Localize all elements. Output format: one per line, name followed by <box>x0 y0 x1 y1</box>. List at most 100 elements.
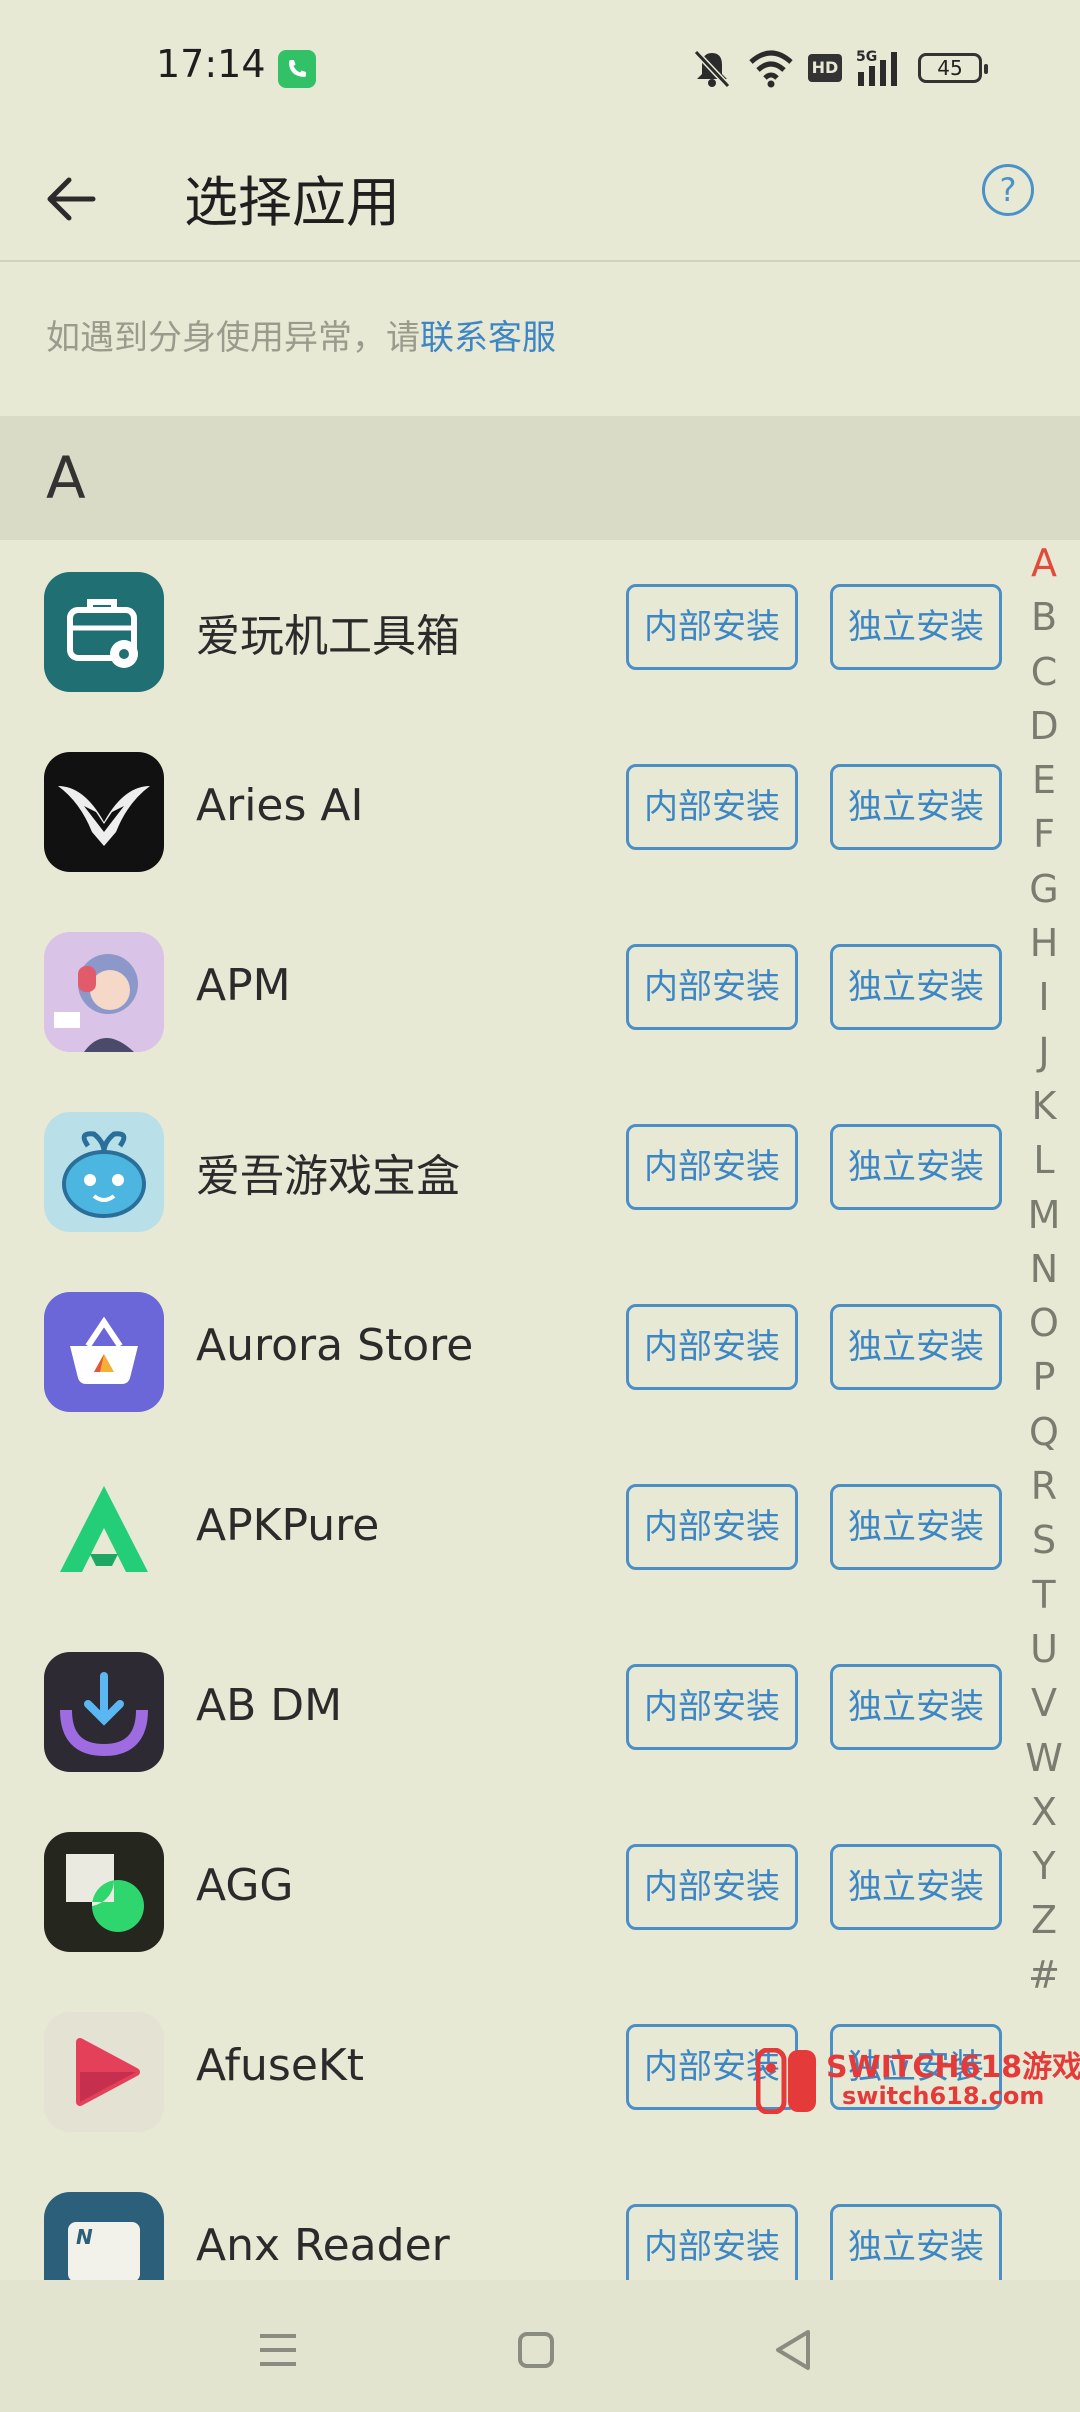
game-box-icon <box>44 1112 164 1232</box>
app-name: Anx Reader <box>196 2220 450 2271</box>
list-item: N Anx Reader 内部安装 独立安装 <box>0 2160 1010 2280</box>
notice-text: 如遇到分身使用异常，请联系客服 <box>46 310 556 359</box>
standalone-install-button[interactable]: 独立安装 <box>830 584 1002 670</box>
standalone-install-button[interactable]: 独立安装 <box>830 2204 1002 2280</box>
internal-install-button[interactable]: 内部安装 <box>626 1304 798 1390</box>
alphabet-index[interactable]: A B C D E F G H I J K L M N O P Q R S T … <box>1024 536 1064 2002</box>
wifi-icon <box>749 50 793 88</box>
standalone-install-button[interactable]: 独立安装 <box>830 1484 1002 1570</box>
index-letter[interactable]: B <box>1024 590 1064 644</box>
watermark-title: SWITCH618游戏 <box>826 2050 1080 2085</box>
list-item: Aurora Store 内部安装 独立安装 <box>0 1260 1010 1440</box>
list-item: APM 内部安装 独立安装 <box>0 900 1010 1080</box>
standalone-install-button[interactable]: 独立安装 <box>830 1304 1002 1390</box>
phone-call-icon <box>278 50 316 88</box>
index-letter[interactable]: Q <box>1024 1405 1064 1459</box>
standalone-install-button[interactable]: 独立安装 <box>830 944 1002 1030</box>
app-name: 爱吾游戏宝盒 <box>196 1151 460 1202</box>
mute-bell-icon <box>693 49 731 88</box>
switch-logo-icon <box>756 2048 816 2114</box>
app-name: APM <box>196 960 291 1011</box>
internal-install-button[interactable]: 内部安装 <box>626 1124 798 1210</box>
svg-text:N: N <box>76 2225 93 2249</box>
watermark: SWITCH618游戏 switch618.com <box>756 2036 1080 2116</box>
index-letter[interactable]: K <box>1024 1079 1064 1133</box>
index-letter[interactable]: M <box>1024 1188 1064 1242</box>
list-item: AGG 内部安装 独立安装 <box>0 1800 1010 1980</box>
section-header: A <box>0 416 1080 540</box>
section-letter: A <box>46 444 86 512</box>
app-list: 爱玩机工具箱 内部安装 独立安装 Aries AI 内部安装 独立安装 APM … <box>0 540 1080 2280</box>
status-bar: 17:14 HD 5G 45 <box>0 0 1080 140</box>
aries-ai-icon <box>44 752 164 872</box>
internal-install-button[interactable]: 内部安装 <box>626 1844 798 1930</box>
index-letter[interactable]: E <box>1024 753 1064 807</box>
internal-install-button[interactable]: 内部安装 <box>626 944 798 1030</box>
contact-support-link[interactable]: 联系客服 <box>420 318 556 358</box>
index-letter[interactable]: A <box>1024 536 1064 590</box>
help-icon[interactable]: ? <box>982 164 1034 216</box>
index-letter[interactable]: F <box>1024 807 1064 861</box>
index-letter[interactable]: V <box>1024 1676 1064 1730</box>
standalone-install-button[interactable]: 独立安装 <box>830 1664 1002 1750</box>
agg-icon <box>44 1832 164 1952</box>
navigation-bar <box>0 2280 1080 2412</box>
status-icons: HD 5G 45 <box>690 46 988 90</box>
ab-dm-icon <box>44 1652 164 1772</box>
internal-install-button[interactable]: 内部安装 <box>626 584 798 670</box>
app-name: AGG <box>196 1860 294 1911</box>
index-letter[interactable]: R <box>1024 1459 1064 1513</box>
index-letter[interactable]: J <box>1024 1025 1064 1079</box>
list-item: 爱玩机工具箱 内部安装 独立安装 <box>0 540 1010 720</box>
index-letter[interactable]: P <box>1024 1350 1064 1404</box>
notice-message: 如遇到分身使用异常，请 <box>46 318 420 358</box>
index-letter[interactable]: H <box>1024 916 1064 970</box>
index-letter[interactable]: Y <box>1024 1839 1064 1893</box>
standalone-install-button[interactable]: 独立安装 <box>830 764 1002 850</box>
index-letter[interactable]: L <box>1024 1133 1064 1187</box>
index-letter[interactable]: O <box>1024 1296 1064 1350</box>
list-item: APKPure 内部安装 独立安装 <box>0 1440 1010 1620</box>
index-letter[interactable]: D <box>1024 699 1064 753</box>
back-arrow-icon[interactable] <box>36 164 106 234</box>
index-letter[interactable]: # <box>1024 1948 1064 2002</box>
app-name: AfuseKt <box>196 2040 365 2091</box>
page-title: 选择应用 <box>184 171 400 234</box>
index-letter[interactable]: G <box>1024 862 1064 916</box>
aurora-store-icon <box>44 1292 164 1412</box>
standalone-install-button[interactable]: 独立安装 <box>830 1124 1002 1210</box>
index-letter[interactable]: C <box>1024 645 1064 699</box>
back-icon[interactable] <box>764 2320 824 2380</box>
menu-icon[interactable] <box>248 2320 308 2380</box>
index-letter[interactable]: U <box>1024 1622 1064 1676</box>
battery-icon: 45 <box>918 53 988 83</box>
app-name: AB DM <box>196 1680 343 1731</box>
list-item: Aries AI 内部安装 独立安装 <box>0 720 1010 900</box>
toolbox-icon <box>44 572 164 692</box>
internal-install-button[interactable]: 内部安装 <box>626 1664 798 1750</box>
index-letter[interactable]: X <box>1024 1785 1064 1839</box>
internal-install-button[interactable]: 内部安装 <box>626 764 798 850</box>
index-letter[interactable]: I <box>1024 970 1064 1024</box>
index-letter[interactable]: N <box>1024 1242 1064 1296</box>
app-name: Aries AI <box>196 780 364 831</box>
index-letter[interactable]: T <box>1024 1568 1064 1622</box>
apkpure-icon <box>44 1472 164 1592</box>
watermark-url: switch618.com <box>842 2082 1045 2110</box>
index-letter[interactable]: Z <box>1024 1893 1064 1947</box>
app-header: 选择应用 ? <box>0 140 1080 262</box>
svg-text:5G: 5G <box>856 49 877 65</box>
list-item: AB DM 内部安装 独立安装 <box>0 1620 1010 1800</box>
internal-install-button[interactable]: 内部安装 <box>626 2204 798 2280</box>
index-letter[interactable]: W <box>1024 1731 1064 1785</box>
app-name: 爱玩机工具箱 <box>196 611 460 662</box>
standalone-install-button[interactable]: 独立安装 <box>830 1844 1002 1930</box>
hd-icon: HD <box>808 54 842 82</box>
anx-reader-icon: N <box>44 2192 164 2280</box>
list-item: 爱吾游戏宝盒 内部安装 独立安装 <box>0 1080 1010 1260</box>
home-icon[interactable] <box>506 2320 566 2380</box>
internal-install-button[interactable]: 内部安装 <box>626 1484 798 1570</box>
app-name: APKPure <box>196 1500 380 1551</box>
index-letter[interactable]: S <box>1024 1513 1064 1567</box>
apm-avatar-icon <box>44 932 164 1052</box>
